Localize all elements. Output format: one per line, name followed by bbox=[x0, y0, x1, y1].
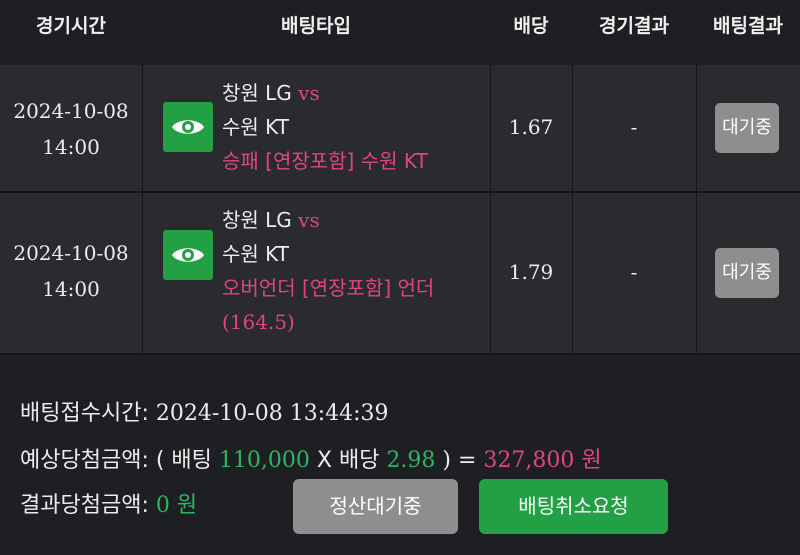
header-bet-type: 배팅타입 bbox=[281, 15, 351, 37]
waiting-status-button[interactable]: 대기중 bbox=[715, 103, 779, 153]
total-odds: 2.98 bbox=[386, 448, 436, 473]
equals-label: ) = bbox=[435, 448, 484, 473]
bet-pick: 승패 [연장포함] 수원 KT bbox=[222, 149, 428, 173]
expected-win-line: 예상당첨금액: ( 배팅 110,000 X 배당 2.98 ) = 327,8… bbox=[20, 442, 602, 474]
settlement-pending-button[interactable]: 정산대기중 bbox=[293, 479, 458, 534]
result-win-line: 결과당첨금액: 0 원 bbox=[20, 487, 197, 519]
received-time-line: 배팅접수시간: 2024-10-08 13:44:39 bbox=[20, 395, 389, 427]
bet-pick-line: (164.5) bbox=[222, 310, 295, 334]
table-header: 경기시간 배팅타입 배당 경기결과 배팅결과 bbox=[0, 0, 800, 58]
odds-value: 1.79 bbox=[508, 260, 554, 284]
view-match-button[interactable] bbox=[163, 102, 213, 152]
game-result-value: - bbox=[630, 115, 638, 139]
odds-label: X 배당 bbox=[309, 448, 387, 473]
result-win-label: 결과당첨금액: bbox=[20, 493, 156, 518]
stake-amount: 110,000 bbox=[218, 448, 310, 473]
result-win-amount: 0 원 bbox=[155, 493, 198, 518]
home-team: 창원 LG bbox=[222, 208, 292, 232]
row-divider bbox=[0, 353, 800, 355]
vs-label: vs bbox=[298, 81, 320, 105]
header-game-result: 경기결과 bbox=[599, 15, 669, 37]
received-time-label: 배팅접수시간: bbox=[20, 401, 156, 426]
received-time-value: 2024-10-08 13:44:39 bbox=[155, 401, 389, 426]
away-team: 수원 KT bbox=[222, 242, 289, 266]
match-clock: 14:00 bbox=[42, 135, 100, 159]
header-time: 경기시간 bbox=[36, 15, 106, 37]
home-team: 창원 LG bbox=[222, 81, 292, 105]
eye-icon bbox=[172, 120, 204, 134]
table-row: 2024-10-08 14:00 창원 LG vs 수원 KT 오버언더 [연장… bbox=[0, 193, 800, 353]
waiting-status-button[interactable]: 대기중 bbox=[715, 248, 779, 298]
match-info: 창원 LG vs 수원 KT 오버언더 [연장포함] 언더 (164.5) bbox=[222, 203, 434, 339]
vs-label: vs bbox=[298, 208, 320, 232]
eye-icon bbox=[172, 248, 204, 262]
expected-win-amount: 327,800 원 bbox=[483, 448, 602, 473]
match-info: 창원 LG vs 수원 KT 승패 [연장포함] 수원 KT bbox=[222, 76, 428, 178]
header-odds: 배당 bbox=[513, 15, 549, 37]
match-time: 2024-10-08 14:00 bbox=[0, 93, 142, 165]
game-result-value: - bbox=[630, 260, 638, 284]
match-date: 2024-10-08 bbox=[13, 241, 129, 265]
header-bet-result: 배팅결과 bbox=[713, 15, 783, 37]
view-match-button[interactable] bbox=[163, 230, 213, 280]
expected-win-label: 예상당첨금액: ( 배팅 bbox=[20, 448, 219, 473]
match-clock: 14:00 bbox=[42, 277, 100, 301]
table-row: 2024-10-08 14:00 창원 LG vs 수원 KT 승패 [연장포함… bbox=[0, 65, 800, 191]
away-team: 수원 KT bbox=[222, 115, 289, 139]
match-date: 2024-10-08 bbox=[13, 99, 129, 123]
bet-pick: 오버언더 [연장포함] 언더 bbox=[222, 276, 435, 300]
match-time: 2024-10-08 14:00 bbox=[0, 235, 142, 307]
cancel-bet-request-button[interactable]: 배팅취소요청 bbox=[479, 479, 668, 534]
odds-value: 1.67 bbox=[508, 115, 554, 139]
